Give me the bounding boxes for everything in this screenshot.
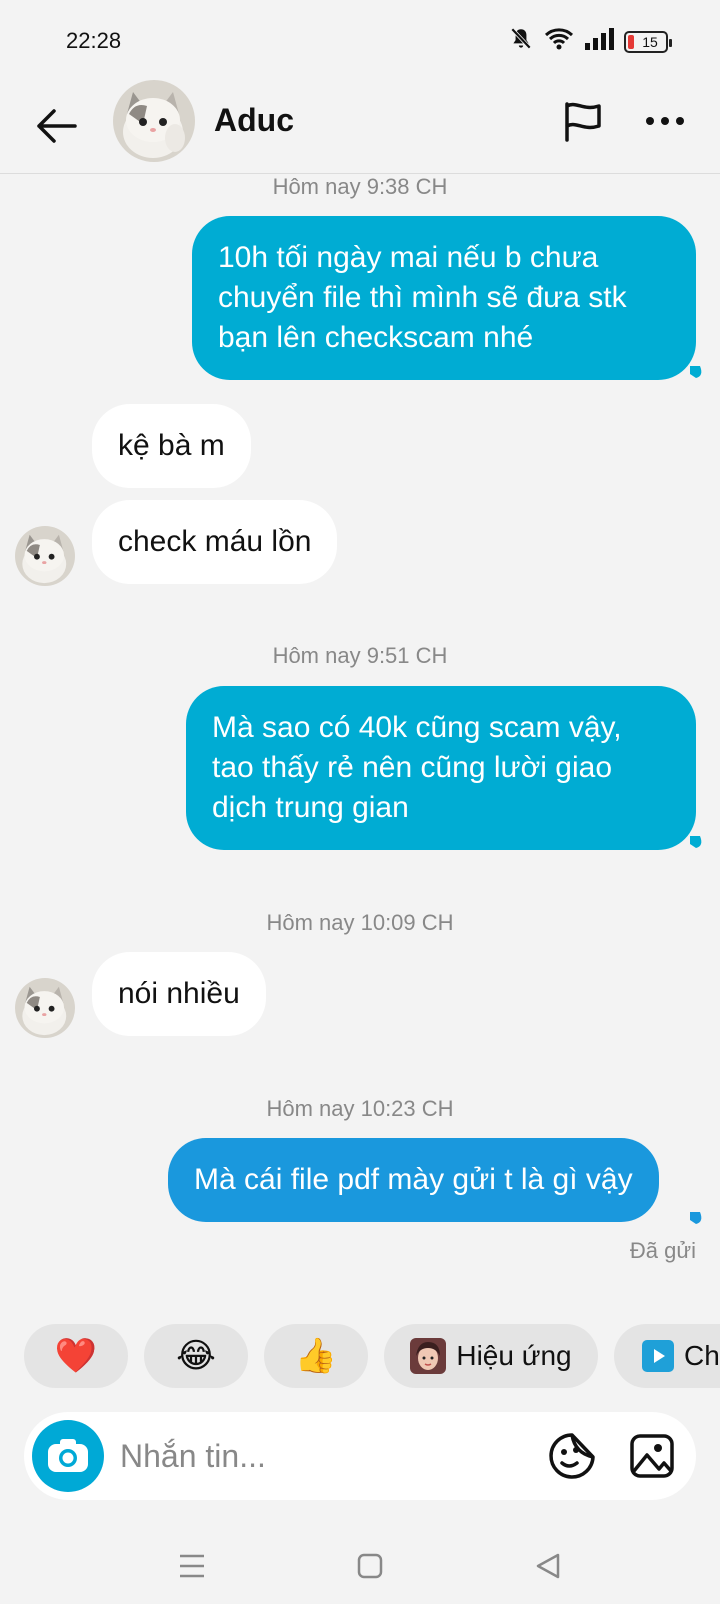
sender-avatar[interactable] <box>15 978 75 1038</box>
cat-avatar-icon <box>15 978 75 1038</box>
camera-icon <box>48 1439 88 1472</box>
recents-button[interactable] <box>170 1544 214 1588</box>
image-button[interactable] <box>626 1430 678 1482</box>
effects-avatar-icon <box>410 1338 447 1374</box>
muted-bell-icon <box>508 26 534 57</box>
thumbs-up-icon: 👍 <box>294 1337 338 1375</box>
camera-button[interactable] <box>32 1420 104 1492</box>
incoming-message[interactable]: check máu lồn <box>92 500 338 584</box>
sent-status: Đã gửi <box>629 1238 696 1263</box>
back-nav-button[interactable] <box>526 1544 570 1588</box>
outgoing-message[interactable]: Mà cái file pdf mày gửi t là gì vậy <box>168 1138 659 1222</box>
message-composer <box>24 1412 696 1500</box>
battery-icon: 15 <box>624 30 672 53</box>
more-chip[interactable]: Ch <box>614 1324 720 1388</box>
incoming-message[interactable]: kệ bà m <box>92 404 251 488</box>
sticker-face-icon <box>549 1433 595 1479</box>
menu-lines-icon <box>180 1554 204 1578</box>
report-button[interactable] <box>558 96 608 146</box>
wifi-icon <box>544 26 574 57</box>
laughing-face-icon: 😂 <box>176 1337 216 1375</box>
cat-avatar-icon <box>113 80 195 162</box>
outgoing-message[interactable]: 10h tối ngày mai nếu b chưa chuyển file … <box>192 216 696 380</box>
message-timestamp: Hôm nay 9:51 CH <box>272 643 448 668</box>
sender-avatar[interactable] <box>15 526 75 586</box>
reaction-heart[interactable]: ❤️ <box>24 1324 128 1388</box>
arrow-left-icon <box>37 109 77 143</box>
cat-avatar-icon <box>15 526 75 586</box>
reaction-thumbs-up[interactable]: 👍 <box>264 1324 368 1388</box>
effects-chip[interactable]: Hiệu ứng <box>384 1324 598 1388</box>
contact-avatar[interactable] <box>113 80 195 162</box>
conversation-header: Aduc <box>0 80 720 174</box>
signal-icon <box>584 27 614 56</box>
bubble-tail <box>690 1212 702 1224</box>
effects-label: Hiệu ứng <box>456 1340 572 1371</box>
message-timestamp: Hôm nay 10:23 CH <box>266 1096 454 1121</box>
message-timestamp: Hôm nay 9:38 CH <box>272 174 448 199</box>
message-timestamp: Hôm nay 10:09 CH <box>266 910 454 935</box>
bubble-tail <box>690 366 702 378</box>
bubble-tail <box>690 836 702 848</box>
more-dots-icon <box>646 117 684 125</box>
more-options-button[interactable] <box>640 96 690 146</box>
status-bar: 22:28 15 <box>0 0 720 80</box>
square-icon <box>357 1553 383 1579</box>
outgoing-message[interactable]: Mà sao có 40k cũng scam vậy, tao thấy rẻ… <box>186 686 696 850</box>
flag-icon <box>565 102 601 142</box>
sticker-button[interactable] <box>546 1430 598 1482</box>
system-nav-bar <box>0 1530 720 1604</box>
contact-name[interactable]: Aduc <box>214 102 294 139</box>
incoming-message[interactable]: nói nhiều <box>92 952 266 1036</box>
home-button[interactable] <box>348 1544 392 1588</box>
status-time: 22:28 <box>66 28 122 53</box>
reaction-laugh[interactable]: 😂 <box>144 1324 248 1388</box>
back-button[interactable] <box>30 100 82 152</box>
chip-label: Ch <box>684 1340 720 1371</box>
battery-level: 15 <box>642 33 658 50</box>
triangle-back-icon <box>536 1553 560 1579</box>
status-icons: 15 <box>508 26 672 57</box>
heart-icon: ❤️ <box>54 1337 98 1375</box>
message-input[interactable] <box>120 1430 500 1482</box>
play-icon <box>642 1340 674 1372</box>
gallery-icon <box>630 1434 674 1478</box>
